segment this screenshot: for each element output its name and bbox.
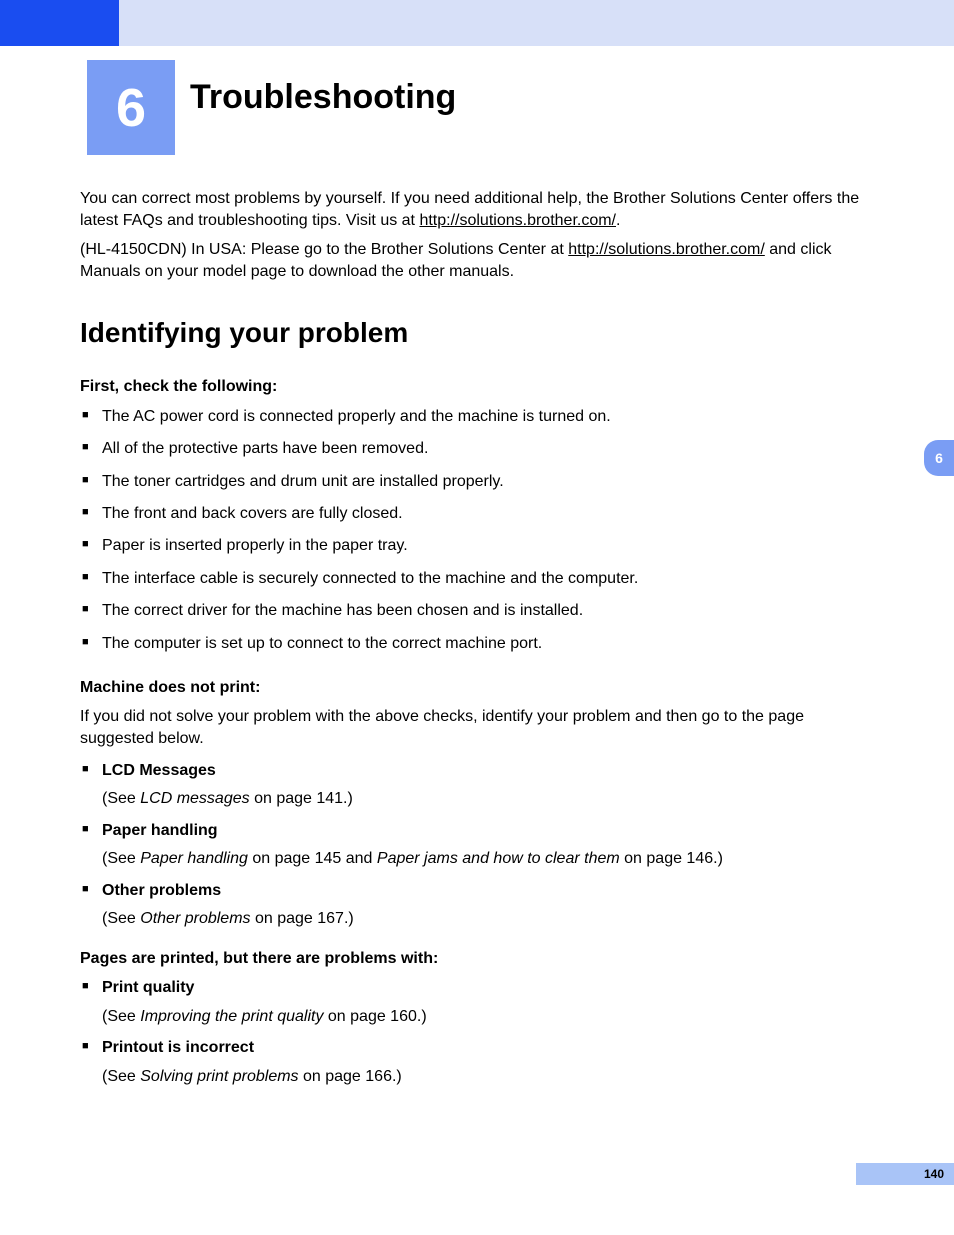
list-item: The toner cartridges and drum unit are i… bbox=[80, 471, 880, 493]
list-item: Paper handling bbox=[80, 820, 880, 842]
list-item: The correct driver for the machine has b… bbox=[80, 600, 880, 622]
first-check-label: First, check the following: bbox=[80, 376, 880, 398]
intro-paragraph-1: You can correct most problems by yoursel… bbox=[80, 188, 880, 231]
list-item: Printout is incorrect bbox=[80, 1037, 880, 1059]
side-chapter-tab[interactable]: 6 bbox=[924, 440, 954, 476]
ref-text: (See Improving the print quality on page… bbox=[80, 1006, 880, 1028]
ref-text: (See LCD messages on page 141.) bbox=[80, 788, 880, 810]
refs-list-2: Print quality (See Improving the print q… bbox=[80, 977, 880, 1087]
not-print-intro: If you did not solve your problem with t… bbox=[80, 706, 880, 749]
list-item: The front and back covers are fully clos… bbox=[80, 503, 880, 525]
list-item: All of the protective parts have been re… bbox=[80, 438, 880, 460]
refs-list-1: LCD Messages (See LCD messages on page 1… bbox=[80, 760, 880, 930]
page-number: 140 bbox=[924, 1167, 944, 1181]
list-item: Paper is inserted properly in the paper … bbox=[80, 535, 880, 557]
ref-text: (See Solving print problems on page 166.… bbox=[80, 1066, 880, 1088]
header-banner bbox=[119, 0, 954, 46]
page-content: You can correct most problems by yoursel… bbox=[80, 188, 880, 1097]
page-number-box: 140 bbox=[856, 1163, 954, 1185]
list-item: The interface cable is securely connecte… bbox=[80, 568, 880, 590]
check-list: The AC power cord is connected properly … bbox=[80, 406, 880, 655]
list-item: Other problems bbox=[80, 880, 880, 902]
solutions-link-1[interactable]: http://solutions.brother.com/ bbox=[419, 212, 616, 229]
ref-text: (See Paper handling on page 145 and Pape… bbox=[80, 848, 880, 870]
list-item: LCD Messages bbox=[80, 760, 880, 782]
solutions-link-2[interactable]: http://solutions.brother.com/ bbox=[568, 241, 765, 258]
chapter-title: Troubleshooting bbox=[190, 78, 456, 117]
list-item: The computer is set up to connect to the… bbox=[80, 633, 880, 655]
ref-text: (See Other problems on page 167.) bbox=[80, 908, 880, 930]
intro-paragraph-2: (HL-4150CDN) In USA: Please go to the Br… bbox=[80, 239, 880, 282]
printed-but-label: Pages are printed, but there are problem… bbox=[80, 948, 880, 970]
list-item: The AC power cord is connected properly … bbox=[80, 406, 880, 428]
chapter-number-box: 6 bbox=[87, 60, 175, 155]
section-heading: Identifying your problem bbox=[80, 314, 880, 352]
not-print-label: Machine does not print: bbox=[80, 677, 880, 699]
chapter-number: 6 bbox=[116, 77, 146, 139]
header-blue-block bbox=[0, 0, 119, 46]
list-item: Print quality bbox=[80, 977, 880, 999]
